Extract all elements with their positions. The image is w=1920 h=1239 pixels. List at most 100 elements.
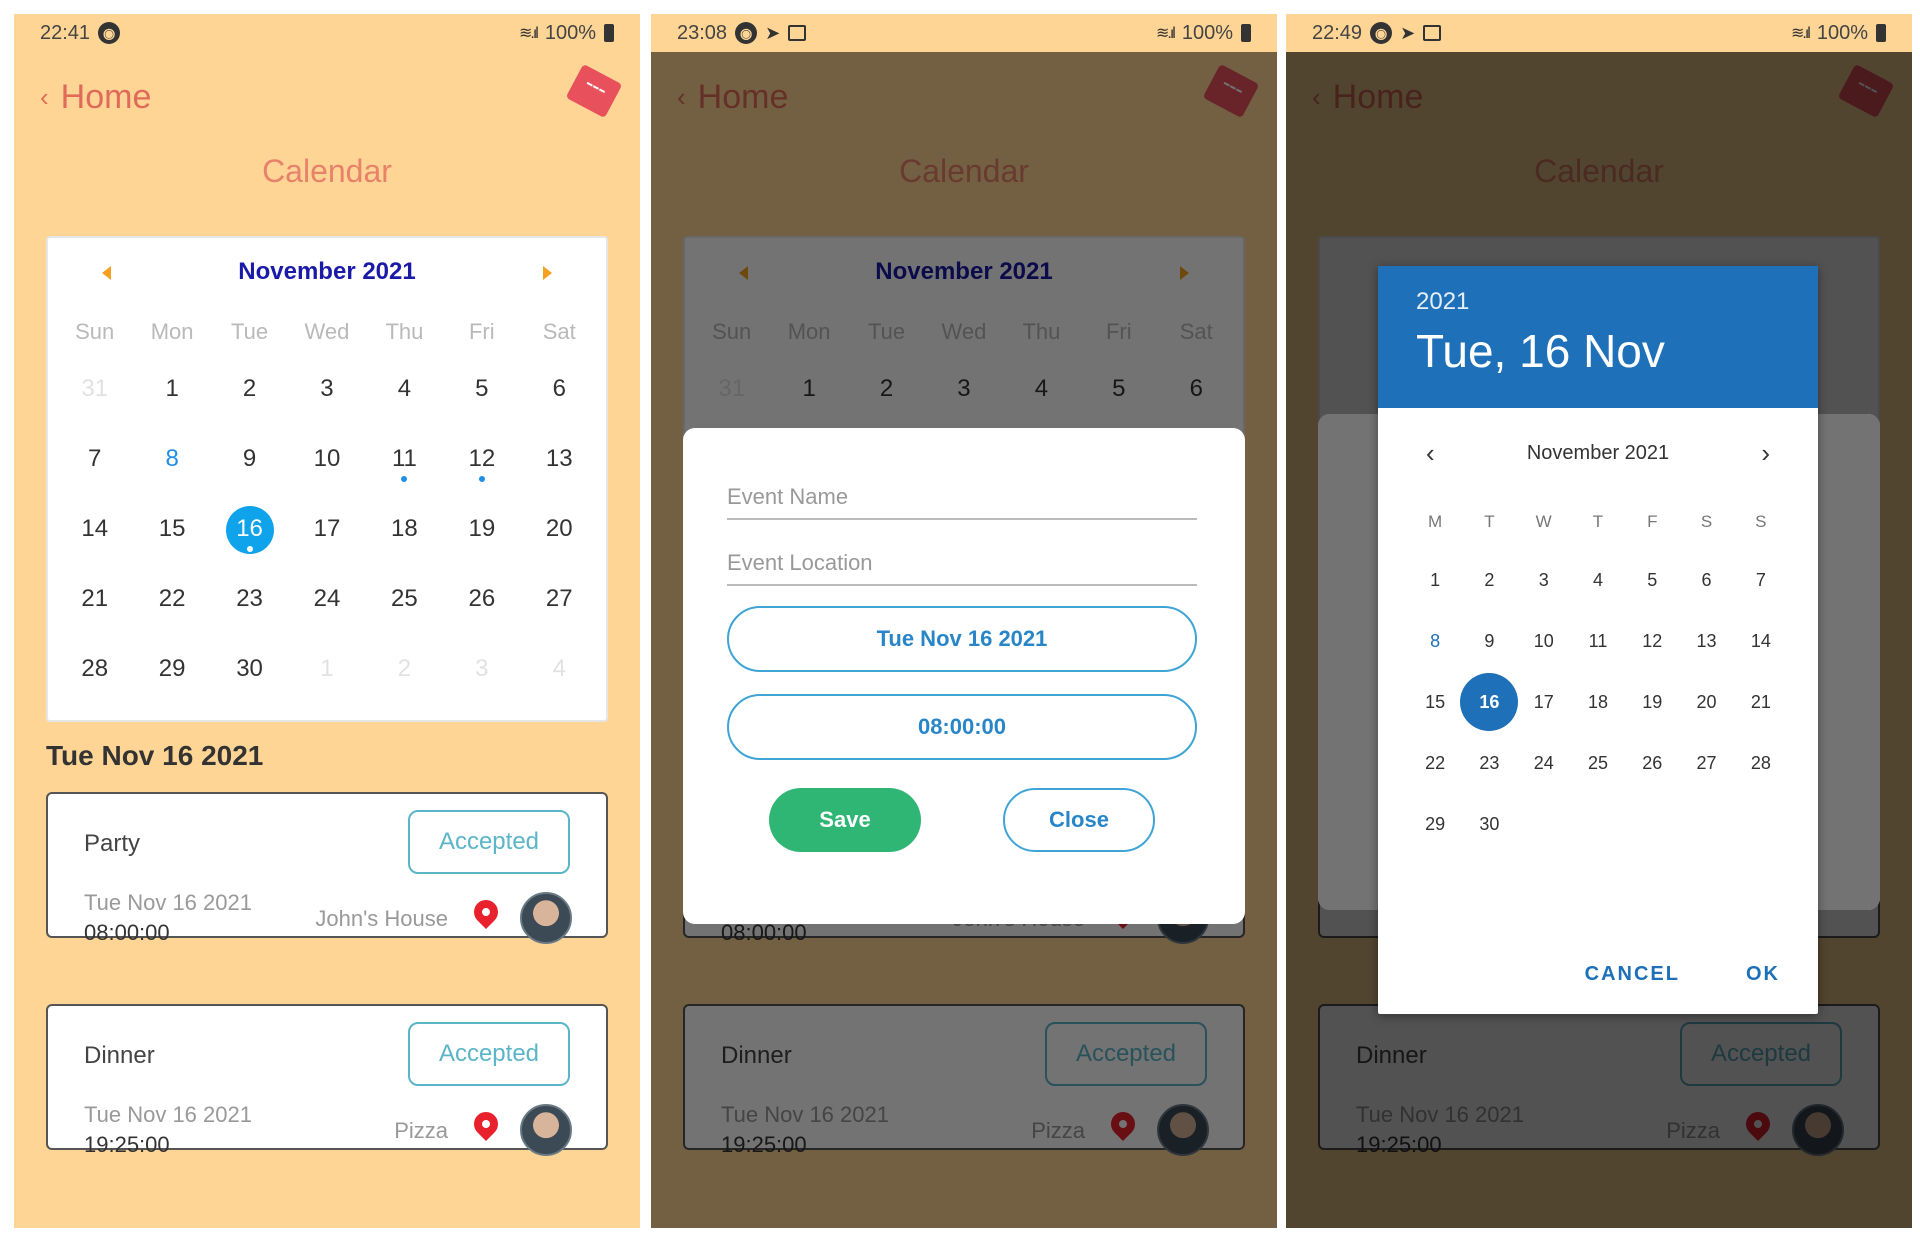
event-date: Tue Nov 16 2021 xyxy=(84,1102,252,1127)
picker-year[interactable]: 2021 xyxy=(1416,288,1780,316)
picker-weekday-row: M T W T F S S xyxy=(1378,494,1818,550)
calendar-day[interactable]: 28 xyxy=(56,634,133,704)
date-picker-button[interactable]: Tue Nov 16 2021 xyxy=(727,606,1197,672)
picker-day[interactable]: 22 xyxy=(1408,733,1462,794)
picker-day[interactable]: 19 xyxy=(1625,672,1679,733)
close-button[interactable]: Close xyxy=(1003,788,1155,852)
calendar-day-with-event[interactable]: 11 xyxy=(366,424,443,494)
picker-day[interactable]: 21 xyxy=(1734,672,1788,733)
calendar-day[interactable]: 3 xyxy=(443,634,520,704)
picker-day[interactable]: 18 xyxy=(1571,672,1625,733)
weekday-header-row: Sun Mon Tue Wed Thu Fri Sat xyxy=(48,310,606,354)
picker-day[interactable]: 28 xyxy=(1734,733,1788,794)
picker-day[interactable]: 20 xyxy=(1679,672,1733,733)
event-card[interactable]: Dinner Accepted Tue Nov 16 2021 19:25:00… xyxy=(46,1004,608,1157)
picker-day[interactable]: 29 xyxy=(1408,794,1462,855)
event-location-input[interactable]: Event Location xyxy=(727,550,1197,586)
ok-button[interactable]: OK xyxy=(1746,963,1780,986)
calendar-day[interactable]: 30 xyxy=(211,634,288,704)
calendar-day[interactable]: 6 xyxy=(521,354,598,424)
calendar-day[interactable]: 2 xyxy=(366,634,443,704)
location-pin-icon[interactable] xyxy=(469,895,503,929)
calendar-day[interactable]: 27 xyxy=(521,564,598,634)
picker-day[interactable]: 9 xyxy=(1462,611,1516,672)
calendar-day-today[interactable]: 8 xyxy=(133,424,210,494)
calendar-day[interactable]: 1 xyxy=(133,354,210,424)
back-button[interactable]: ‹ Home xyxy=(40,78,151,117)
picker-day[interactable]: 6 xyxy=(1679,550,1733,611)
picker-day-empty xyxy=(1571,794,1625,855)
calendar-day[interactable]: 22 xyxy=(133,564,210,634)
calendar-day-with-event[interactable]: 12 xyxy=(443,424,520,494)
calendar-day[interactable]: 3 xyxy=(288,354,365,424)
picker-day-today[interactable]: 8 xyxy=(1408,611,1462,672)
calendar-day[interactable]: 19 xyxy=(443,494,520,564)
calendar-day[interactable]: 13 xyxy=(521,424,598,494)
calendar-day[interactable]: 2 xyxy=(211,354,288,424)
notification-icon: ◉ xyxy=(1370,22,1393,44)
calendar-day[interactable]: 10 xyxy=(288,424,365,494)
picker-day[interactable]: 24 xyxy=(1517,733,1571,794)
weekday-label: Mon xyxy=(150,319,194,344)
picker-day[interactable]: 17 xyxy=(1517,672,1571,733)
event-card[interactable]: Party Accepted Tue Nov 16 2021 08:00:00 … xyxy=(46,792,608,945)
calendar-day-selected[interactable]: 16 xyxy=(211,494,288,564)
cancel-button[interactable]: CANCEL xyxy=(1585,963,1680,986)
weekday-label: Sun xyxy=(75,319,115,344)
picker-day[interactable]: 11 xyxy=(1571,611,1625,672)
calendar-day[interactable]: 15 xyxy=(133,494,210,564)
calendar-day[interactable]: 29 xyxy=(133,634,210,704)
picker-day[interactable]: 2 xyxy=(1462,550,1516,611)
avatar[interactable] xyxy=(520,892,572,944)
calendar-day[interactable]: 17 xyxy=(288,494,365,564)
location-pin-icon[interactable] xyxy=(469,1107,503,1141)
calendar-day[interactable]: 4 xyxy=(521,634,598,704)
calendar-day[interactable]: 5 xyxy=(443,354,520,424)
picker-day[interactable]: 25 xyxy=(1571,733,1625,794)
picker-day[interactable]: 1 xyxy=(1408,550,1462,611)
ticket-icon[interactable] xyxy=(565,63,623,119)
picker-day[interactable]: 23 xyxy=(1462,733,1516,794)
calendar-day[interactable]: 31 xyxy=(56,354,133,424)
weekday-label: T xyxy=(1484,512,1495,531)
calendar-day[interactable]: 20 xyxy=(521,494,598,564)
telegram-icon: ➤ xyxy=(1400,22,1416,43)
picker-day[interactable]: 5 xyxy=(1625,550,1679,611)
calendar-day[interactable]: 26 xyxy=(443,564,520,634)
picker-day[interactable]: 13 xyxy=(1679,611,1733,672)
calendar-day[interactable]: 18 xyxy=(366,494,443,564)
picker-day[interactable]: 30 xyxy=(1462,794,1516,855)
calendar-day[interactable]: 4 xyxy=(366,354,443,424)
picker-day[interactable]: 12 xyxy=(1625,611,1679,672)
calendar-day[interactable]: 24 xyxy=(288,564,365,634)
calendar-day[interactable]: 25 xyxy=(366,564,443,634)
calendar-day[interactable]: 9 xyxy=(211,424,288,494)
picker-day[interactable]: 3 xyxy=(1517,550,1571,611)
calendar-day[interactable]: 23 xyxy=(211,564,288,634)
picker-day-selected[interactable]: 16 xyxy=(1460,672,1519,733)
event-name-input[interactable]: Event Name xyxy=(727,484,1197,520)
calendar-day[interactable]: 7 xyxy=(56,424,133,494)
date-picker-header: 2021 Tue, 16 Nov xyxy=(1378,266,1818,408)
picker-day[interactable]: 10 xyxy=(1517,611,1571,672)
battery-icon xyxy=(1241,24,1251,42)
selected-day-number: 16 xyxy=(1479,692,1500,712)
phone-screen-calendar: 22:41 ◉ ≋.ıl 100% ‹ Home Calendar November … xyxy=(14,14,640,1228)
picker-day[interactable]: 15 xyxy=(1408,672,1462,733)
calendar-day[interactable]: 21 xyxy=(56,564,133,634)
picker-day[interactable]: 26 xyxy=(1625,733,1679,794)
picker-day[interactable]: 27 xyxy=(1679,733,1733,794)
save-button[interactable]: Save xyxy=(769,788,921,852)
battery-icon xyxy=(1876,24,1886,42)
picker-day[interactable]: 7 xyxy=(1734,550,1788,611)
calendar-day[interactable]: 14 xyxy=(56,494,133,564)
calendar-day[interactable]: 1 xyxy=(288,634,365,704)
event-status-badge[interactable]: Accepted xyxy=(408,1022,570,1086)
picker-day[interactable]: 14 xyxy=(1734,611,1788,672)
avatar[interactable] xyxy=(520,1104,572,1156)
next-month-arrow-icon[interactable] xyxy=(543,266,552,280)
chevron-right-icon[interactable]: › xyxy=(1761,438,1770,469)
time-picker-button[interactable]: 08:00:00 xyxy=(727,694,1197,760)
event-status-badge[interactable]: Accepted xyxy=(408,810,570,874)
picker-day[interactable]: 4 xyxy=(1571,550,1625,611)
